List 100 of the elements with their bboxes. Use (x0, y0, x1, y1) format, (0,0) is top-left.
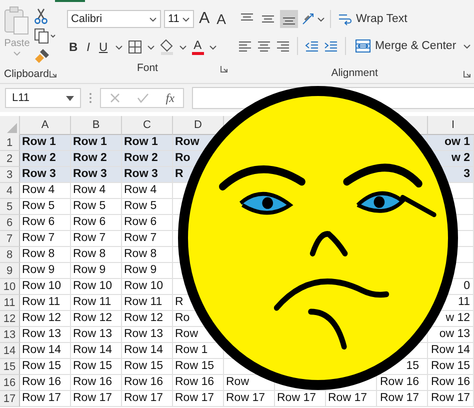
table-cell: Row 12 (124, 312, 163, 324)
column-header[interactable]: I (451, 119, 455, 131)
caret-icon[interactable] (178, 44, 187, 50)
table-cell: Row 12 (73, 312, 112, 324)
table-cell: w 12 (446, 312, 470, 324)
font-size-field[interactable]: 11 (164, 10, 194, 28)
table-cell: Row 9 (124, 264, 157, 276)
table-cell: Row 7 (22, 232, 55, 244)
table-cell: Row 16 (175, 376, 214, 388)
drag-handle-icon[interactable] (89, 92, 92, 104)
table-cell: 0 (464, 280, 470, 292)
grow-font-button[interactable]: A (196, 11, 212, 27)
table-cell: Row 14 (73, 344, 112, 356)
vertical-align-button[interactable] (280, 10, 298, 28)
caret-icon (13, 51, 21, 56)
table-cell: Row 7 (124, 232, 157, 244)
table-cell: Row (175, 328, 198, 340)
font-color-button[interactable]: A (192, 39, 204, 55)
shrink-font-button[interactable]: A (214, 11, 228, 27)
table-cell: Row 2 (124, 152, 158, 164)
table-cell: w 2 (451, 152, 470, 164)
table-cell: Row 17 (380, 392, 419, 404)
align-right-icon[interactable] (276, 40, 290, 52)
table-cell: Row 17 (431, 392, 470, 404)
caret-icon[interactable] (148, 16, 157, 22)
group-label: Clipboard (4, 68, 49, 80)
check-icon[interactable] (136, 93, 149, 103)
tab-indicator (55, 0, 85, 2)
table-cell: Row 6 (73, 216, 106, 228)
table-cell: Row 5 (22, 200, 55, 212)
table-cell: ow 1 (444, 136, 470, 148)
table-cell: Row 4 (73, 184, 106, 196)
table-cell: Row (175, 136, 200, 148)
table-cell: Row 14 (22, 344, 61, 356)
table-cell: 15 (406, 360, 419, 372)
borders-icon[interactable] (128, 40, 142, 54)
increase-indent-icon[interactable] (324, 40, 338, 52)
dialog-launcher-icon[interactable] (463, 70, 472, 78)
group-label: Alignment (331, 67, 378, 80)
table-cell: Row 6 (22, 216, 55, 228)
table-cell: Row 3 (73, 168, 107, 180)
align-left-icon[interactable] (238, 40, 252, 52)
decrease-indent-icon[interactable] (304, 40, 319, 52)
caret-icon[interactable] (463, 44, 472, 49)
insert-function-button[interactable]: fx (166, 90, 174, 106)
table-cell: Row 15 (73, 360, 112, 372)
underline-button[interactable]: U (96, 39, 110, 55)
table-cell: R (175, 168, 184, 180)
align-center-icon[interactable] (256, 40, 271, 52)
table-cell: Ro (175, 152, 190, 164)
table-cell: Row 16 (431, 376, 470, 388)
wrap-text-icon (338, 12, 352, 26)
table-cell: Row 14 (431, 344, 470, 356)
table-cell: Row 15 (431, 360, 470, 372)
table-cell: Row 16 (380, 376, 419, 388)
group-label: Font (136, 62, 158, 74)
table-cell: Row 10 (22, 280, 61, 292)
table-cell: 3 (464, 168, 470, 180)
table-cell: Row 10 (124, 280, 163, 292)
table-cell: Row 8 (73, 248, 106, 260)
column-header[interactable]: D (194, 119, 202, 131)
table-cell: Row 6 (124, 216, 157, 228)
table-cell: Row 2 (22, 152, 56, 164)
table-cell: Row 1 (175, 344, 208, 356)
caret-icon[interactable] (114, 44, 123, 50)
caret-icon[interactable] (182, 16, 190, 22)
table-cell: R (175, 296, 184, 308)
scissors-icon[interactable] (34, 8, 48, 24)
format-painter-icon[interactable] (34, 48, 50, 64)
table-cell: Row 10 (73, 280, 112, 292)
table-cell: Row 17 (73, 392, 112, 404)
table-cell: Ro (175, 312, 190, 324)
fill-color-icon[interactable] (160, 39, 174, 55)
caret-icon[interactable] (208, 44, 217, 50)
font-name-field[interactable]: Calibri (66, 10, 161, 28)
italic-button[interactable]: I (84, 39, 92, 55)
table-cell: Row 5 (124, 200, 157, 212)
table-cell: Row 16 (22, 376, 61, 388)
table-cell: Row 17 (124, 392, 163, 404)
wrap-text-button[interactable]: Wrap Text (336, 12, 410, 26)
table-cell: ow 13 (439, 328, 470, 340)
merge-cells-icon (354, 39, 371, 54)
align-lines-icon (260, 12, 275, 25)
merge-center-button[interactable]: Merge & Center (352, 39, 458, 54)
copy-icon[interactable] (34, 28, 56, 44)
table-cell: Row 14 (124, 344, 163, 356)
caret-icon[interactable] (146, 44, 155, 50)
table-cell: Row 13 (124, 328, 163, 340)
dialog-launcher-icon[interactable] (48, 70, 57, 78)
table-cell: Row 11 (22, 296, 60, 308)
table-cell: Row 3 (22, 168, 56, 180)
column-header[interactable]: C (143, 119, 151, 131)
orientation-icon[interactable] (300, 12, 325, 26)
name-box[interactable]: L11 (5, 88, 81, 108)
dialog-launcher-icon[interactable] (220, 65, 228, 73)
column-header[interactable]: A (41, 119, 49, 131)
table-cell: Row 1 (73, 136, 107, 148)
column-header[interactable]: B (92, 119, 100, 131)
bold-button[interactable]: B (66, 39, 80, 55)
table-cell: Row 15 (22, 360, 61, 372)
